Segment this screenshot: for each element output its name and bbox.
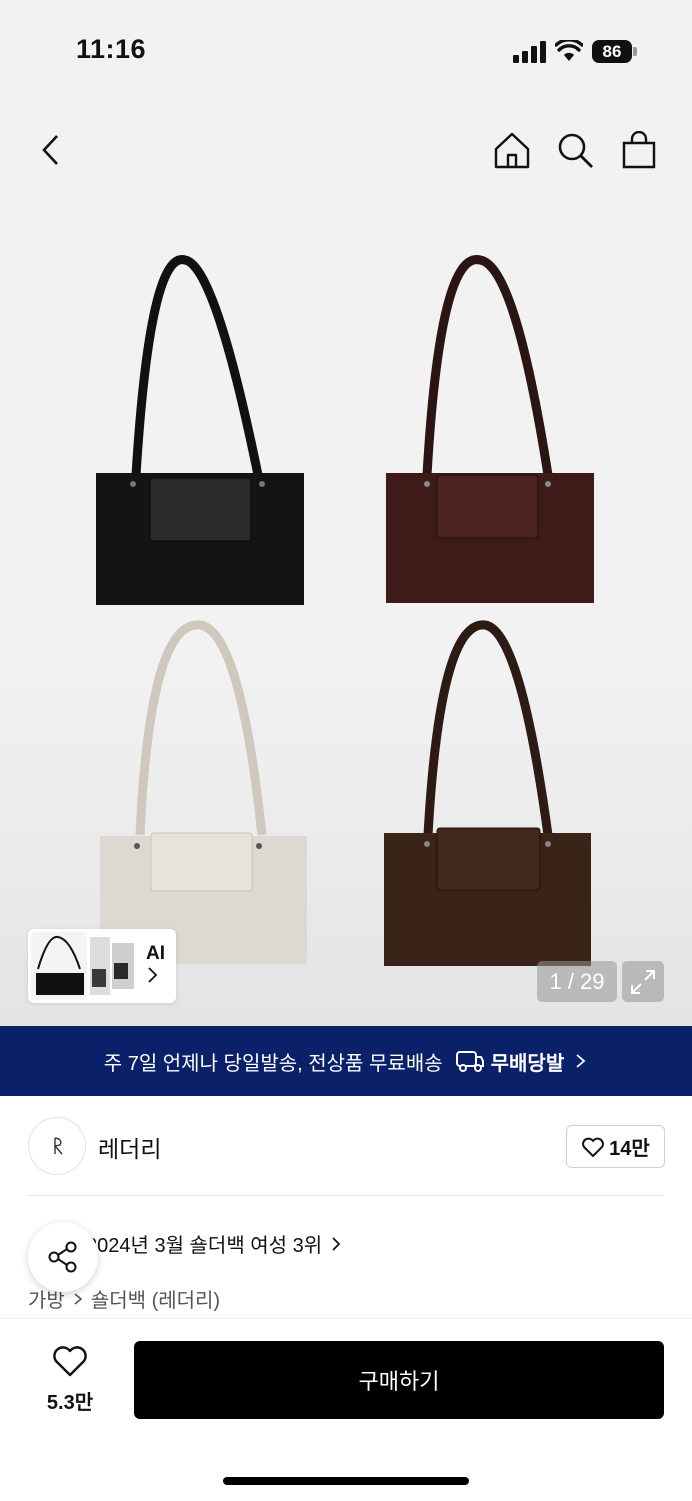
home-button[interactable] — [492, 130, 532, 170]
status-time: 11:16 — [76, 34, 147, 64]
image-counter: 1 / 29 — [537, 961, 617, 1002]
home-icon — [494, 132, 530, 169]
banner-text: 주 7일 언제나 당일발송, 전상품 무료배송 — [103, 1052, 443, 1075]
chevron-right-icon — [576, 1054, 586, 1068]
home-indicator — [223, 1477, 469, 1485]
brand-monogram-icon — [53, 1137, 63, 1155]
bag-ivory — [100, 620, 307, 964]
bag-black — [96, 255, 304, 605]
truck-icon — [455, 1051, 484, 1072]
banner-brand: 무배당발 — [490, 1052, 565, 1075]
brand-like-count: 14만 — [609, 1138, 650, 1160]
cart-button[interactable] — [619, 130, 659, 170]
buy-button[interactable]: 구매하기 — [134, 1341, 664, 1419]
ai-label: AI — [146, 943, 165, 964]
battery-icon: 86 — [592, 40, 632, 63]
heart-icon — [582, 1137, 605, 1157]
battery-tip — [633, 47, 637, 56]
back-button[interactable] — [30, 130, 70, 170]
chevron-right-icon — [74, 1292, 83, 1305]
ranking-link[interactable]: 2024년 3월 숄더백 여성 3위 — [86, 1229, 342, 1258]
expand-icon — [631, 969, 655, 994]
product-image — [96, 255, 594, 966]
share-button[interactable] — [28, 1222, 98, 1292]
breadcrumb-child[interactable]: 숄더백 (레더리) — [91, 1284, 220, 1313]
wishlist-heart-icon[interactable] — [52, 1346, 88, 1378]
bag-burgundy — [386, 255, 594, 603]
brand-name[interactable]: 레더리 — [98, 1130, 161, 1164]
chevron-right-icon — [148, 967, 158, 983]
product-image-gallery[interactable] — [0, 100, 692, 1026]
search-icon — [558, 133, 593, 168]
thumbnail-images — [31, 932, 134, 1000]
share-icon — [48, 1241, 77, 1273]
brand-like-button[interactable]: 14만 — [566, 1125, 665, 1168]
chevron-right-icon — [332, 1236, 341, 1251]
brand-logo[interactable] — [28, 1117, 86, 1175]
wifi-icon — [555, 40, 583, 61]
ranking-text: 2024년 3월 숄더백 여성 3위 — [86, 1235, 323, 1257]
wishlist-count: 5.3만 — [46, 1392, 94, 1414]
divider — [28, 1195, 664, 1196]
search-button[interactable] — [555, 130, 595, 170]
bag-dark-brown — [384, 620, 591, 966]
cellular-signal-icon — [513, 41, 546, 63]
delivery-banner[interactable]: 주 7일 언제나 당일발송, 전상품 무료배송 무배당발 — [0, 1026, 692, 1096]
chevron-left-icon — [42, 135, 58, 165]
shopping-bag-icon — [622, 131, 656, 169]
expand-button[interactable] — [622, 961, 664, 1002]
